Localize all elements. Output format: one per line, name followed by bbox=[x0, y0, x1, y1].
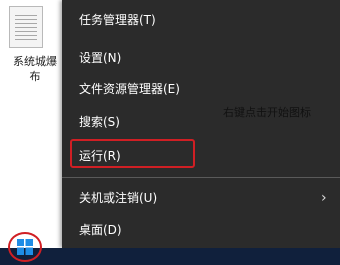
desktop-file-label[interactable]: 系统城爆 布 bbox=[0, 54, 70, 84]
start-context-menu: 任务管理器(T) 设置(N) 文件资源管理器(E) 搜索(S) 运行(R) 关机… bbox=[62, 0, 340, 248]
desktop-file-label-line1: 系统城爆 bbox=[13, 55, 57, 68]
menu-item-task-manager[interactable]: 任务管理器(T) bbox=[79, 12, 156, 28]
annotation-text: 右键点击开始图标 bbox=[223, 106, 311, 119]
windows-logo-icon bbox=[17, 239, 33, 255]
chevron-right-icon: › bbox=[321, 190, 327, 206]
taskbar bbox=[0, 248, 340, 265]
menu-item-search[interactable]: 搜索(S) bbox=[79, 114, 120, 130]
desktop-file-icon[interactable] bbox=[9, 6, 43, 48]
menu-item-file-explorer[interactable]: 文件资源管理器(E) bbox=[79, 81, 180, 97]
run-highlight-box bbox=[70, 139, 195, 168]
desktop-file-label-line2: 布 bbox=[29, 70, 41, 83]
menu-separator bbox=[62, 177, 340, 178]
menu-item-settings[interactable]: 设置(N) bbox=[79, 50, 121, 66]
menu-item-shutdown-signout[interactable]: 关机或注销(U) bbox=[79, 190, 157, 206]
menu-item-desktop[interactable]: 桌面(D) bbox=[79, 222, 122, 238]
